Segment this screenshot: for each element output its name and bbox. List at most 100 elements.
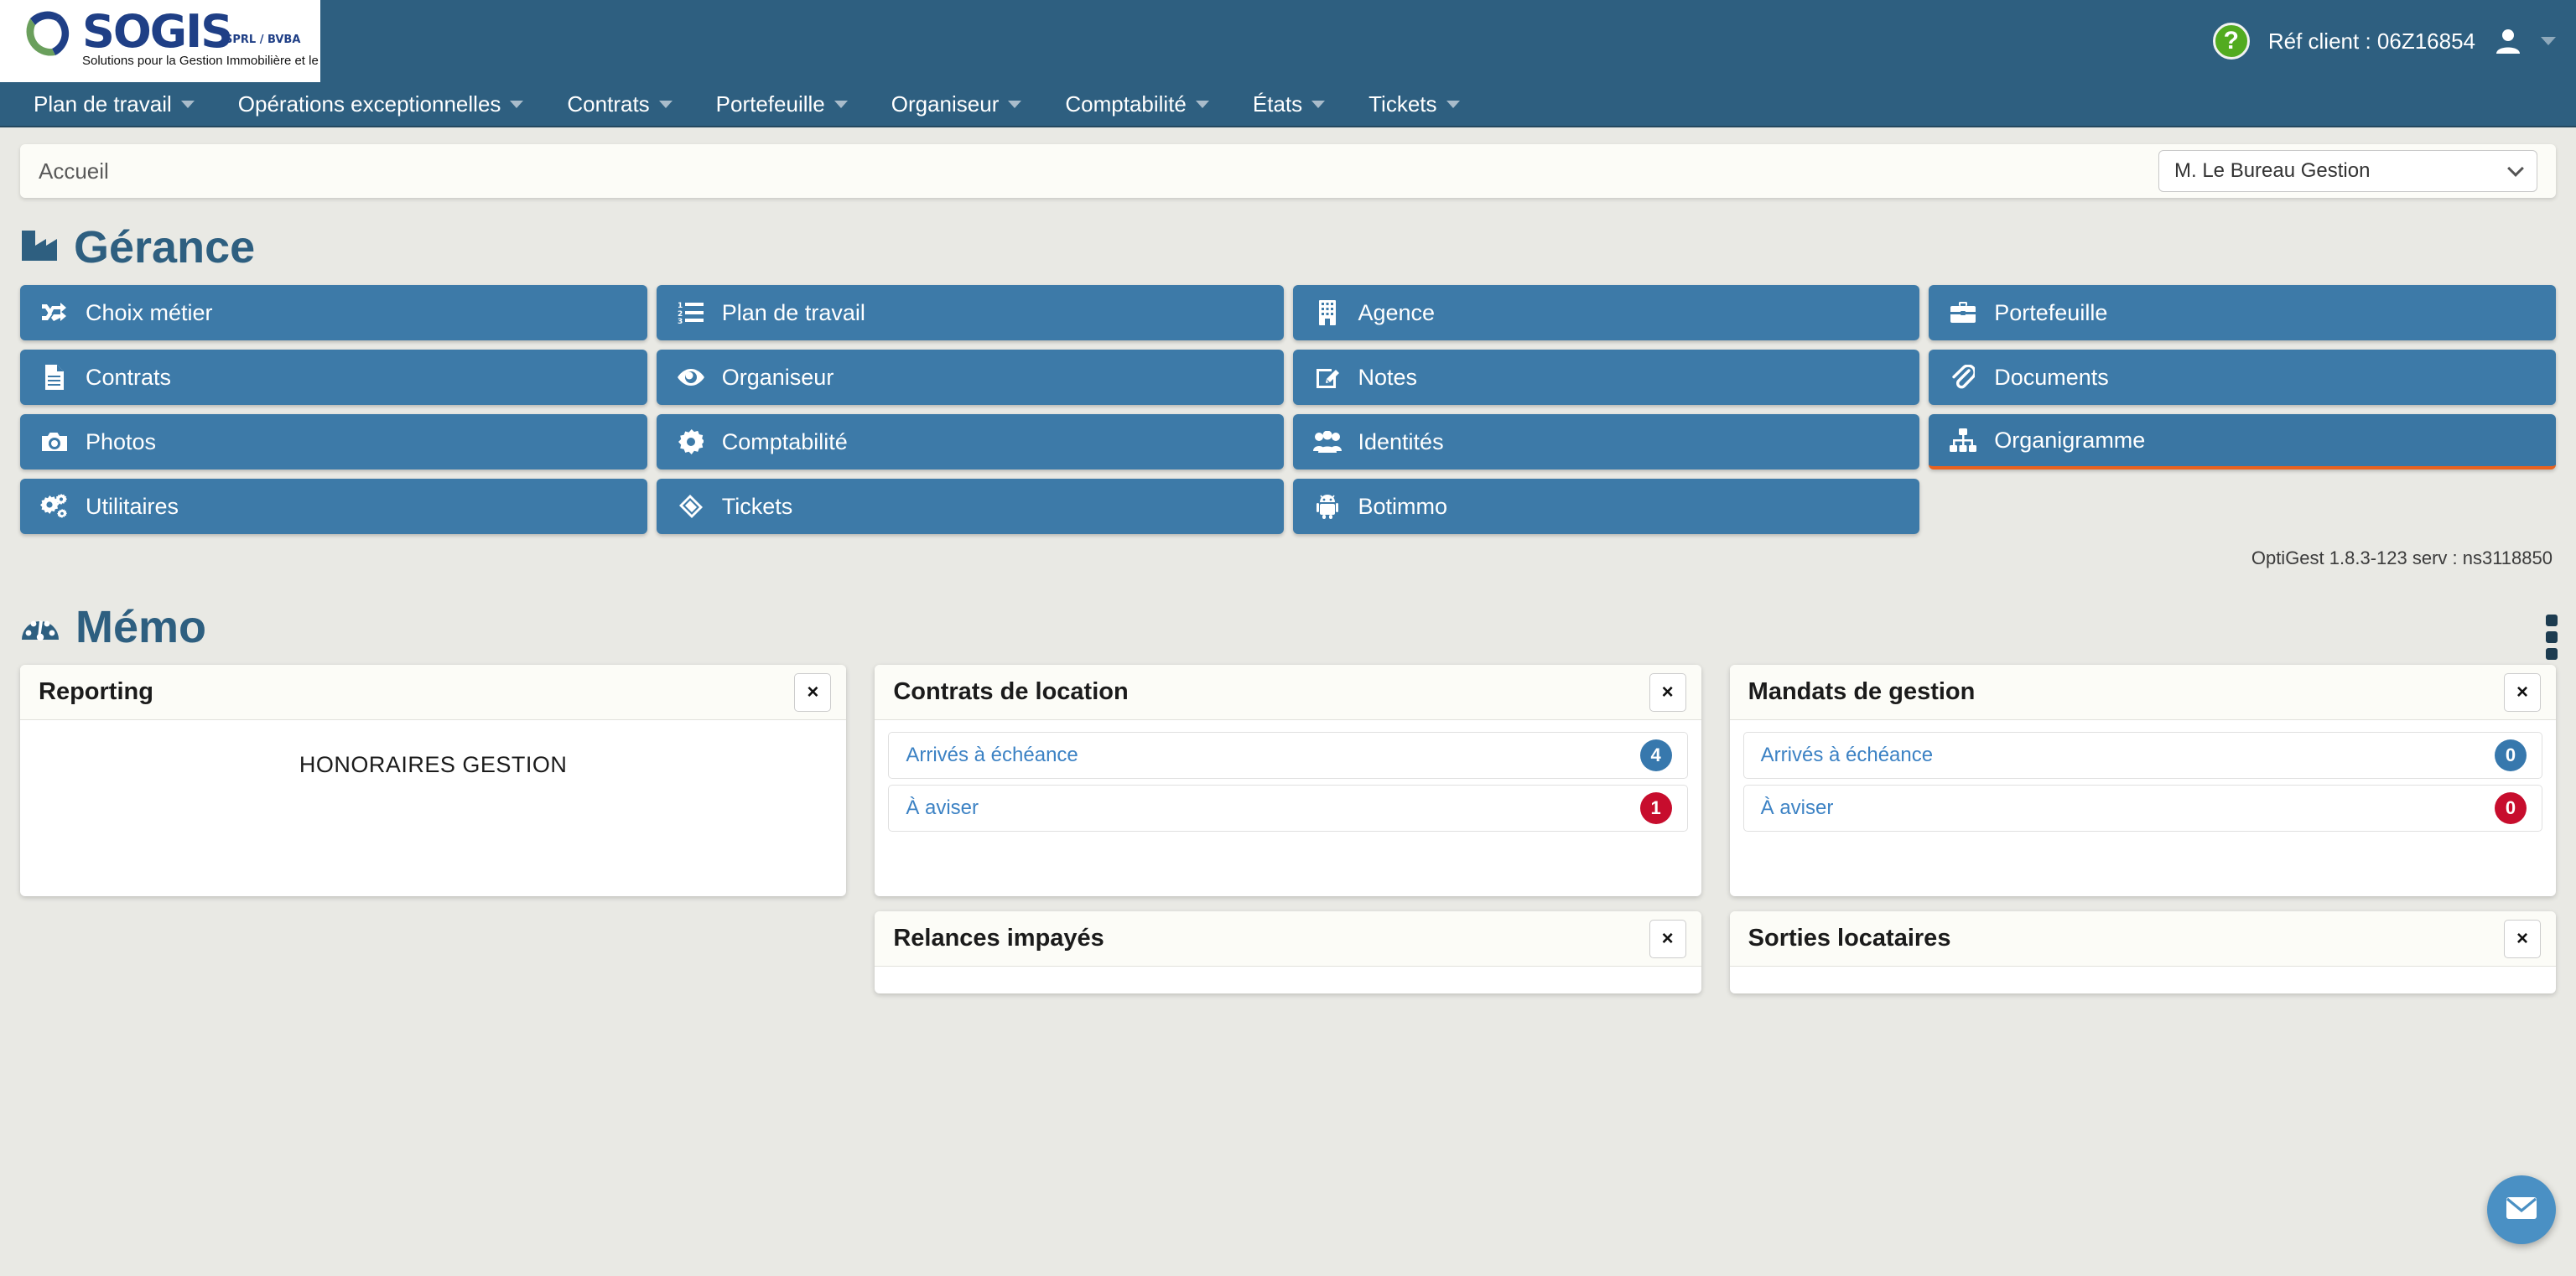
help-icon[interactable]: ? xyxy=(2212,23,2250,60)
menu-item-comptabilite[interactable]: Comptabilité xyxy=(1043,81,1231,127)
dashboard-gauge-icon xyxy=(20,608,60,647)
caret-down-icon xyxy=(1008,100,1022,108)
card-title: Relances impayés xyxy=(893,925,1104,952)
list-item[interactable]: Arrivés à échéance 4 xyxy=(888,732,1688,779)
tile-choix-metier[interactable]: Choix métier xyxy=(20,285,647,340)
user-avatar-icon[interactable] xyxy=(2494,27,2522,55)
caret-down-icon xyxy=(834,100,848,108)
tile-identites[interactable]: Identités xyxy=(1292,414,1920,469)
tile-label: Notes xyxy=(1358,364,1418,390)
list-item[interactable]: À aviser 0 xyxy=(1742,785,2542,832)
card-header: Contrats de location × xyxy=(875,665,1701,720)
building-icon xyxy=(1313,300,1342,325)
tile-tickets[interactable]: Tickets xyxy=(656,479,1284,534)
tile-contrats[interactable]: Contrats xyxy=(20,350,647,405)
tile-plan-de-travail[interactable]: 1 2 3 Plan de travail xyxy=(656,285,1284,340)
memo-card-grid: Reporting × HONORAIRES GESTION Contrats … xyxy=(20,665,2556,993)
card-body: Arrivés à échéance 4 À aviser 1 xyxy=(875,720,1701,853)
logo-ring-icon xyxy=(18,5,75,62)
camera-icon xyxy=(40,431,69,453)
list-item[interactable]: Arrivés à échéance 0 xyxy=(1742,732,2542,779)
menu-item-operations-exceptionnelles[interactable]: Opérations exceptionnelles xyxy=(216,81,546,127)
svg-text:3: 3 xyxy=(678,318,683,324)
breadcrumb-bar: Accueil M. Le Bureau Gestion xyxy=(20,144,2556,198)
mail-fab-button[interactable] xyxy=(2487,1175,2556,1244)
caret-down-icon xyxy=(510,100,524,108)
close-icon[interactable]: × xyxy=(2503,919,2541,958)
tile-label: Agence xyxy=(1358,299,1436,325)
caret-down-icon xyxy=(1195,100,1209,108)
status-badge: 0 xyxy=(2494,739,2527,771)
tile-portefeuille[interactable]: Portefeuille xyxy=(1929,285,2556,340)
menu-item-label: Plan de travail xyxy=(34,91,172,117)
caret-down-icon xyxy=(180,100,195,108)
tile-label: Contrats xyxy=(86,364,172,390)
tile-label: Tickets xyxy=(721,493,793,519)
menu-item-plan-de-travail[interactable]: Plan de travail xyxy=(12,81,216,127)
menu-item-label: Portefeuille xyxy=(715,91,825,117)
context-select[interactable]: M. Le Bureau Gestion xyxy=(2158,150,2537,192)
list-item-label: À aviser xyxy=(1760,796,1834,819)
paperclip-icon xyxy=(1949,365,1977,390)
card-body xyxy=(1730,967,2556,993)
close-icon[interactable]: × xyxy=(1649,672,1686,712)
tile-grid-spacer xyxy=(1929,479,2556,534)
tile-label: Utilitaires xyxy=(86,493,179,519)
breadcrumb[interactable]: Accueil xyxy=(39,158,109,184)
menu-item-label: Contrats xyxy=(567,91,650,117)
card-title: Contrats de location xyxy=(893,678,1129,705)
caret-down-icon xyxy=(1446,100,1460,108)
tile-botimmo[interactable]: Botimmo xyxy=(1292,479,1920,534)
report-series-label: HONORAIRES GESTION xyxy=(299,752,568,777)
tile-agence[interactable]: Agence xyxy=(1292,285,1920,340)
close-icon[interactable]: × xyxy=(2503,672,2541,712)
svg-text:1: 1 xyxy=(678,302,683,310)
memo-title: Mémo xyxy=(75,602,207,652)
top-bar: SOGIS Solutions pour la Gestion Immobili… xyxy=(0,0,2576,82)
user-menu-caret-down-icon[interactable] xyxy=(2541,37,2556,45)
menu-item-tickets[interactable]: Tickets xyxy=(1347,81,1481,127)
card-title: Mandats de gestion xyxy=(1748,678,1976,705)
top-bar-right: ? Réf client : 06Z16854 xyxy=(2212,0,2556,82)
tile-label: Portefeuille xyxy=(1994,299,2108,325)
card-body: HONORAIRES GESTION xyxy=(20,720,846,896)
card-header: Mandats de gestion × xyxy=(1729,665,2556,720)
chevron-down-icon xyxy=(2507,159,2524,177)
tile-label: Choix métier xyxy=(86,299,213,325)
gerance-tile-grid: Choix métier 1 2 3 Plan de travail Agenc… xyxy=(20,285,2556,534)
card-body: Arrivés à échéance 0 À aviser 0 xyxy=(1730,720,2556,853)
eye-icon xyxy=(677,367,705,387)
close-icon[interactable]: × xyxy=(794,672,832,712)
tile-photos[interactable]: Photos xyxy=(20,414,647,469)
tile-utilitaires[interactable]: Utilitaires xyxy=(20,479,647,534)
menu-item-portefeuille[interactable]: Portefeuille xyxy=(694,81,870,127)
app-version-label: OptiGest 1.8.3-123 serv : ns3118850 xyxy=(2251,547,2553,568)
menu-item-label: Organiseur xyxy=(891,91,1000,117)
list-item[interactable]: À aviser 1 xyxy=(888,785,1688,832)
list-item-label: Arrivés à échéance xyxy=(1760,744,1934,766)
status-badge: 0 xyxy=(2494,792,2527,824)
logo-legal-form: SPRL / BVBA xyxy=(225,34,301,46)
tile-label: Plan de travail xyxy=(721,299,865,325)
gear-icon xyxy=(677,429,705,454)
menu-item-contrats[interactable]: Contrats xyxy=(545,81,693,127)
menu-item-label: Tickets xyxy=(1368,91,1437,117)
menu-item-etats[interactable]: États xyxy=(1231,81,1347,127)
document-icon xyxy=(40,365,69,390)
tile-comptabilite[interactable]: Comptabilité xyxy=(656,414,1284,469)
menu-item-organiseur[interactable]: Organiseur xyxy=(870,81,1044,127)
caret-down-icon xyxy=(1311,100,1326,108)
close-icon[interactable]: × xyxy=(1649,919,1686,958)
logo-tagline: Solutions pour la Gestion Immobilière et… xyxy=(82,54,320,68)
tile-documents[interactable]: Documents xyxy=(1929,350,2556,405)
more-vertical-icon[interactable] xyxy=(2546,615,2558,660)
tile-organiseur[interactable]: Organiseur xyxy=(656,350,1284,405)
ordered-list-icon: 1 2 3 xyxy=(677,301,705,324)
shuffle-icon xyxy=(40,301,69,324)
brand-logo[interactable]: SOGIS Solutions pour la Gestion Immobili… xyxy=(0,0,320,82)
tile-organigramme[interactable]: Organigramme xyxy=(1929,414,2556,469)
card-body xyxy=(875,967,1701,993)
list-item-label: Arrivés à échéance xyxy=(906,744,1078,766)
memo-heading: Mémo xyxy=(20,601,2576,660)
tile-notes[interactable]: Notes xyxy=(1292,350,1920,405)
